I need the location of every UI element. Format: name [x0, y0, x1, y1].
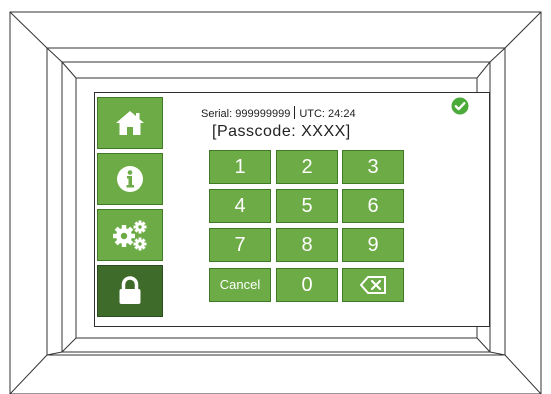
separator [294, 106, 296, 119]
key-5[interactable]: 5 [276, 189, 338, 223]
cancel-button[interactable]: Cancel [209, 268, 271, 302]
serial-value: 999999999 [235, 108, 291, 120]
home-icon [116, 111, 144, 135]
serial-utc-line: Serial: 999999999 UTC: 24:24 [201, 106, 356, 120]
check-circle-icon [451, 97, 469, 115]
sidebar-item-settings[interactable] [97, 209, 163, 261]
sidebar-item-home[interactable] [97, 97, 163, 149]
key-2[interactable]: 2 [276, 150, 338, 184]
lock-icon [119, 276, 141, 304]
utc-label: UTC: [299, 108, 325, 120]
key-8[interactable]: 8 [276, 228, 338, 262]
key-4[interactable]: 4 [209, 189, 271, 223]
key-9[interactable]: 9 [342, 228, 404, 262]
key-0[interactable]: 0 [276, 268, 338, 302]
serial-label: Serial: [201, 108, 233, 120]
passcode-display: [Passcode: XXXX] [212, 123, 351, 140]
backspace-icon [360, 276, 386, 294]
sidebar-item-info[interactable] [97, 153, 163, 205]
utc-value: 24:24 [328, 108, 356, 120]
key-3[interactable]: 3 [342, 150, 404, 184]
key-6[interactable]: 6 [342, 189, 404, 223]
gears-icon [113, 220, 147, 251]
key-1[interactable]: 1 [209, 150, 271, 184]
backspace-button[interactable] [342, 268, 404, 302]
info-icon [117, 166, 143, 192]
sidebar-item-lock[interactable] [97, 265, 163, 317]
key-7[interactable]: 7 [209, 228, 271, 262]
touch-screen: Serial: 999999999 UTC: 24:24 [Passcode: X… [95, 93, 489, 326]
